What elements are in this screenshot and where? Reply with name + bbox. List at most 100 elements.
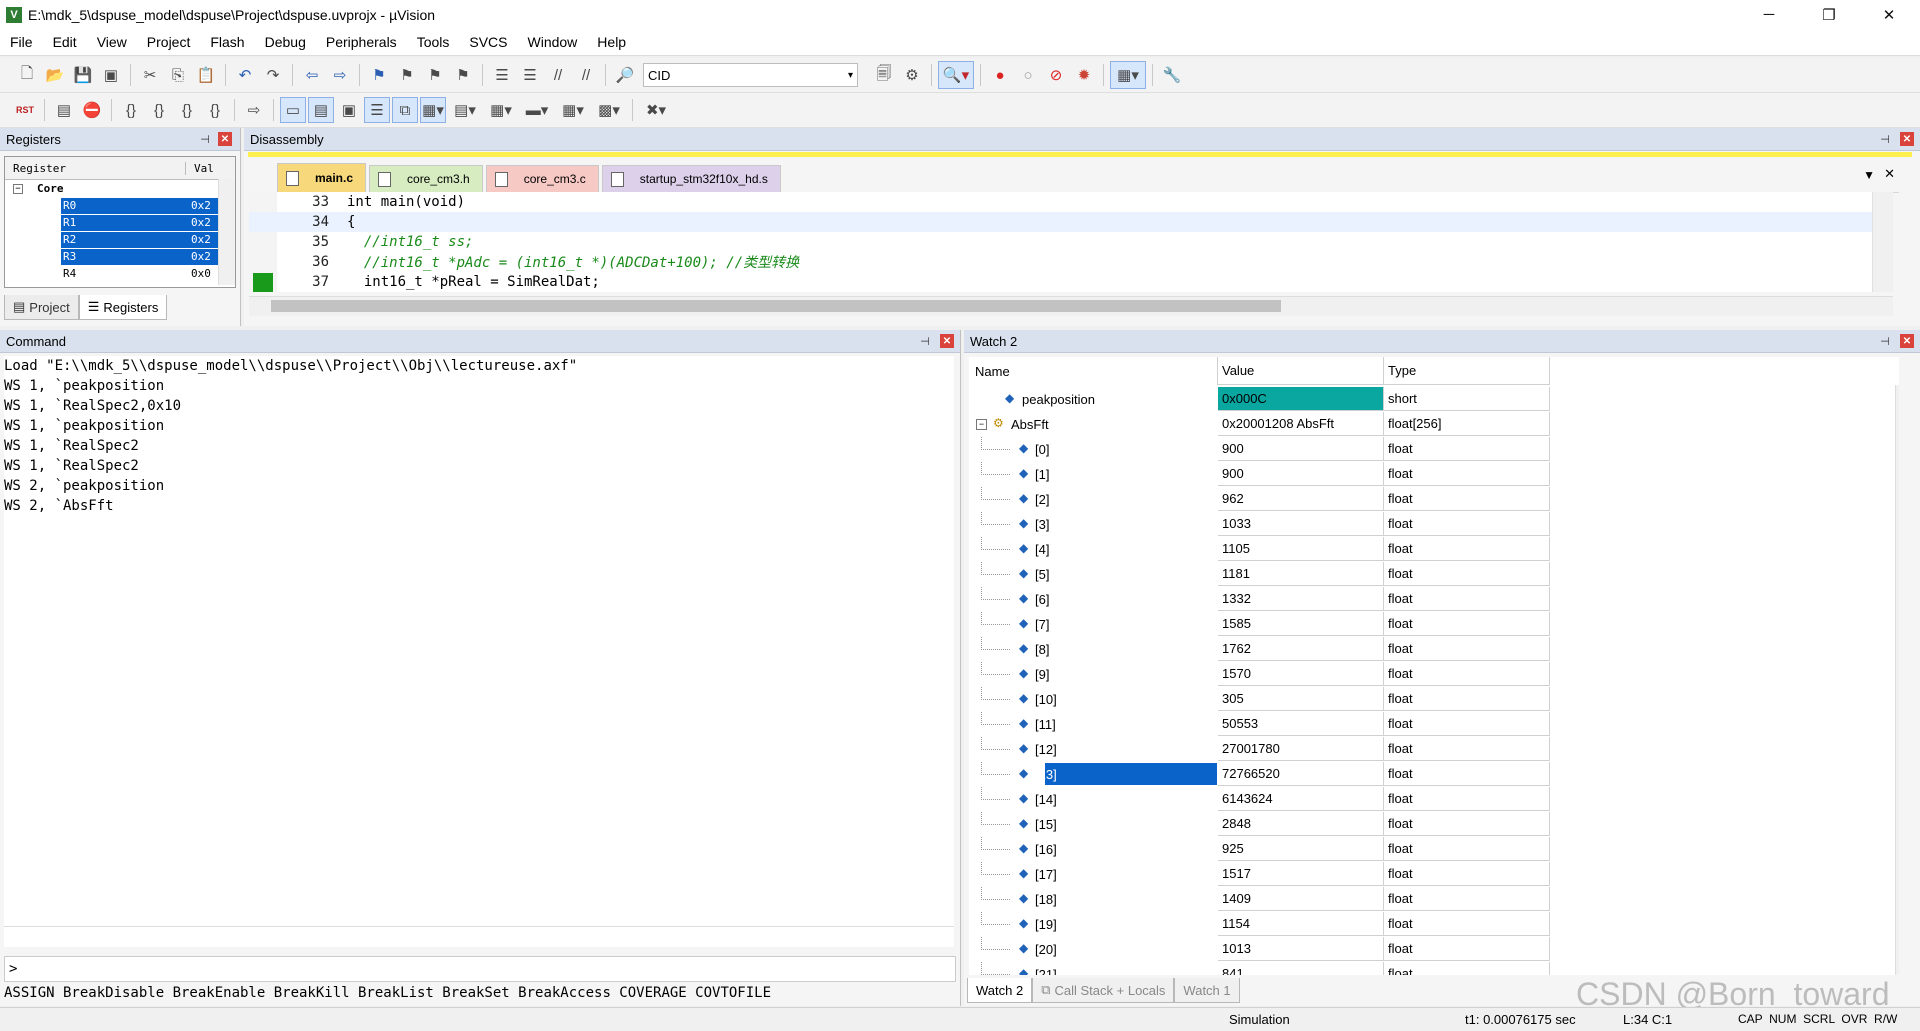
watch-row[interactable]: ◆ [8] 1762 float (969, 637, 1550, 662)
watch-row[interactable]: ◆ [21] 841 float (969, 962, 1550, 975)
watch-value[interactable]: 1181 (1218, 562, 1384, 586)
register-row[interactable]: R2 0x2 (5, 231, 235, 248)
serial-window-icon[interactable]: ▦▾ (484, 97, 518, 123)
restore-button[interactable]: ❐ (1801, 0, 1857, 29)
watch-value[interactable]: 1013 (1218, 937, 1384, 961)
file-tab[interactable]: main.c (277, 163, 367, 192)
watch-row[interactable]: ◆ [7] 1585 float (969, 612, 1550, 637)
pin-icon[interactable]: ⊣ (1878, 132, 1892, 146)
menu-peripherals[interactable]: Peripherals (316, 34, 407, 50)
watch-value[interactable]: 2848 (1218, 812, 1384, 836)
navigate-back-icon[interactable]: ⇦ (299, 62, 325, 88)
watch-row[interactable]: ◆ [9] 1570 float (969, 662, 1550, 687)
find-in-files-icon[interactable]: 🔎 (612, 62, 638, 88)
menu-flash[interactable]: Flash (200, 34, 254, 50)
watch-row[interactable]: ◆ [12] 27001780 float (969, 737, 1550, 762)
target-combobox[interactable]: CID ▾ (643, 63, 858, 87)
watch-row[interactable]: ◆ [15] 2848 float (969, 812, 1550, 837)
debug-session-icon[interactable]: 🔍▾ (938, 61, 974, 89)
stop-icon[interactable]: ⛔ (79, 97, 105, 123)
close-panel-icon[interactable]: ✕ (1900, 334, 1914, 348)
watch-value[interactable]: 841 (1218, 962, 1384, 975)
command-output[interactable]: Load "E:\\mdk_5\\dspuse_model\\dspuse\\P… (4, 356, 954, 926)
insert-breakpoint-icon[interactable]: ● (987, 62, 1013, 88)
menu-edit[interactable]: Edit (43, 34, 87, 50)
menu-file[interactable]: File (0, 34, 43, 50)
type-column-header[interactable]: Type (1384, 357, 1550, 385)
pin-icon[interactable]: ⊣ (198, 132, 212, 146)
run-icon[interactable]: ▤ (51, 97, 77, 123)
scrollbar-thumb[interactable] (271, 300, 1281, 312)
register-row[interactable]: R1 0x2 (5, 214, 235, 231)
enable-breakpoint-icon[interactable]: ○ (1015, 62, 1041, 88)
watch-row[interactable]: ◆ [10] 305 float (969, 687, 1550, 712)
watch-row[interactable]: ◆ [11] 50553 float (969, 712, 1550, 737)
watch-window-icon[interactable]: ▦▾ (420, 97, 446, 123)
menu-debug[interactable]: Debug (255, 34, 316, 50)
register-value[interactable]: 0x2 (191, 199, 211, 212)
code-line[interactable]: 36 //int16_t *pAdc = (int16_t *)(ADCDat+… (249, 252, 1893, 272)
trace-window-icon[interactable]: ▦▾ (556, 97, 590, 123)
pin-icon[interactable]: ⊣ (1878, 334, 1892, 348)
registers-window-icon[interactable]: ☰ (364, 97, 390, 123)
code-line[interactable]: 33 int main(void) (249, 192, 1893, 212)
watch-value[interactable]: 1105 (1218, 537, 1384, 561)
show-next-statement-icon[interactable]: ⇨ (241, 97, 267, 123)
watch-row[interactable]: ◆ [20] 1013 float (969, 937, 1550, 962)
watch-row[interactable]: ◆ [0] 900 float (969, 437, 1550, 462)
watch-row[interactable]: ◆ [16] 925 float (969, 837, 1550, 862)
system-viewer-icon[interactable]: ▩▾ (592, 97, 626, 123)
new-file-icon[interactable]: 🗋 (14, 62, 40, 88)
menu-project[interactable]: Project (137, 34, 201, 50)
tab-list-chevron-icon[interactable]: ▼ (1863, 168, 1875, 182)
close-panel-icon[interactable]: ✕ (940, 334, 954, 348)
code-editor[interactable]: ▶ − 33int main(void)34{35 //int16_t ss;3… (249, 192, 1893, 292)
save-icon[interactable]: 💾 (70, 62, 96, 88)
watch-value[interactable]: 1409 (1218, 887, 1384, 911)
symbols-window-icon[interactable]: ▣ (336, 97, 362, 123)
watch-value[interactable]: 1585 (1218, 612, 1384, 636)
indent-icon[interactable]: ☰ (489, 62, 515, 88)
watch-value[interactable]: 925 (1218, 837, 1384, 861)
watch-row[interactable]: ◆ [4] 1105 float (969, 537, 1550, 562)
close-button[interactable]: ✕ (1861, 0, 1917, 29)
run-to-cursor-icon[interactable]: {} (202, 97, 228, 123)
tab-registers[interactable]: ☰ Registers (78, 295, 168, 320)
watch-value[interactable]: 0x000C (1218, 387, 1384, 411)
copy-icon[interactable]: ⎘ (165, 62, 191, 88)
collapse-core-icon[interactable]: − (13, 183, 23, 194)
registers-scrollbar[interactable] (218, 179, 235, 285)
file-tab[interactable]: core_cm3.c (485, 165, 599, 192)
register-column-header[interactable]: Register (13, 162, 66, 175)
pin-icon[interactable]: ⊣ (918, 334, 932, 348)
watch-value[interactable]: 1033 (1218, 512, 1384, 536)
register-row[interactable]: R0 0x2 (5, 197, 235, 214)
watch-value[interactable]: 1332 (1218, 587, 1384, 611)
code-line[interactable]: 34 { (249, 212, 1893, 232)
watch-row-absfft[interactable]: − ⚙ AbsFft 0x20001208 AbsFft float[256] (969, 412, 1550, 437)
menu-tools[interactable]: Tools (407, 34, 460, 50)
kill-breakpoints-icon[interactable]: ✹ (1071, 62, 1097, 88)
disassembly-window-icon[interactable]: ▤ (308, 97, 334, 123)
watch-value[interactable]: 1762 (1218, 637, 1384, 661)
code-line[interactable]: 35 //int16_t ss; (249, 232, 1893, 252)
file-tab[interactable]: startup_stm32f10x_hd.s (601, 165, 781, 192)
watch-row[interactable]: ◆ [6] 1332 float (969, 587, 1550, 612)
unindent-icon[interactable]: ☰ (517, 62, 543, 88)
redo-icon[interactable]: ↷ (260, 62, 286, 88)
register-value[interactable]: 0x2 (191, 233, 211, 246)
watch-row[interactable]: ◆ [14] 6143624 float (969, 787, 1550, 812)
command-window-icon[interactable]: ▭ (280, 97, 306, 123)
watch-value[interactable]: 1570 (1218, 662, 1384, 686)
incremental-find-icon[interactable]: ⚙ (899, 62, 925, 88)
undo-icon[interactable]: ↶ (232, 62, 258, 88)
reset-icon[interactable]: RST (12, 97, 38, 123)
register-value[interactable]: 0x2 (191, 250, 211, 263)
disable-breakpoints-icon[interactable]: ⊘ (1043, 62, 1069, 88)
close-panel-icon[interactable]: ✕ (1900, 132, 1914, 146)
open-folder-icon[interactable]: 📂 (42, 62, 68, 88)
watch-value[interactable]: 900 (1218, 437, 1384, 461)
menu-view[interactable]: View (87, 34, 137, 50)
uncomment-icon[interactable]: // (573, 62, 599, 88)
menu-window[interactable]: Window (518, 34, 588, 50)
